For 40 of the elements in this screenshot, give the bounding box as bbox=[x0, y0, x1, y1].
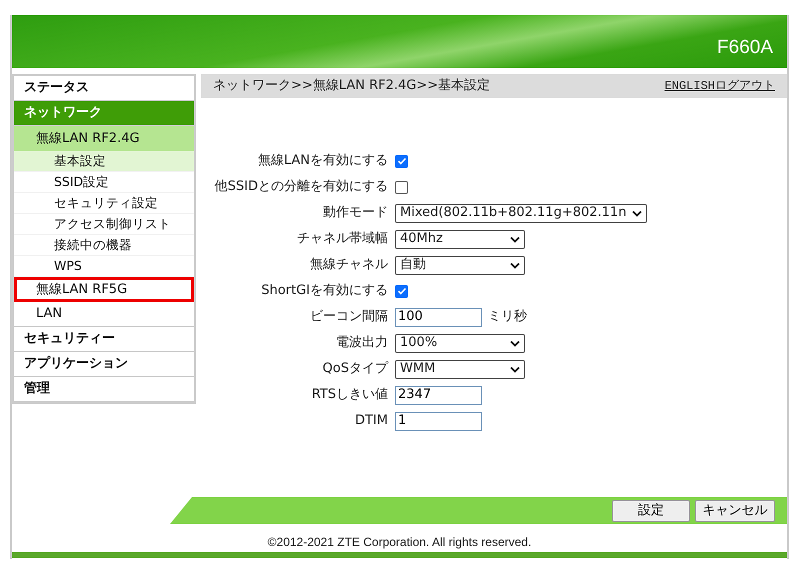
header-link[interactable]: ログアウト bbox=[715, 77, 775, 95]
action-button[interactable]: 設定 bbox=[612, 500, 690, 522]
input-field[interactable]: 100 bbox=[395, 308, 482, 326]
unit-label: ミリ秒 bbox=[488, 308, 527, 326]
field-label: 無線チャネル bbox=[309, 256, 389, 274]
chevron-icon bbox=[510, 262, 520, 268]
dropdown[interactable]: WMM bbox=[395, 360, 525, 378]
nav-item[interactable]: セキュリティ設定 bbox=[14, 193, 194, 214]
input-field[interactable]: 2347 bbox=[395, 386, 482, 404]
field-label: ShortGIを有効にする bbox=[260, 282, 389, 300]
dropdown[interactable]: 40Mhz bbox=[395, 230, 525, 248]
field-label: RTSしきい値 bbox=[310, 386, 389, 404]
dropdown[interactable]: 自動 bbox=[395, 256, 525, 274]
dropdown[interactable]: Mixed(802.11b+802.11g+802.11n bbox=[395, 204, 648, 222]
field-label: 無線LANを有効にする bbox=[256, 152, 389, 170]
checkbox[interactable] bbox=[395, 154, 408, 168]
field-label: 電波出力 bbox=[335, 334, 389, 352]
input-field[interactable]: 1 bbox=[395, 412, 482, 430]
nav-item[interactable]: 無線LAN RF2.4G bbox=[14, 126, 194, 151]
checkbox[interactable] bbox=[395, 180, 408, 194]
nav-item[interactable]: 基本設定 bbox=[14, 151, 194, 172]
model-name: F660A bbox=[717, 36, 773, 60]
field-label: 他SSIDとの分離を有効にする bbox=[214, 178, 389, 196]
field-label: QoSタイプ bbox=[322, 360, 390, 378]
field-label: DTIM bbox=[354, 412, 389, 430]
field-label: チャネル帯域幅 bbox=[296, 230, 389, 248]
breadcrumb: ネットワーク>>無線LAN RF2.4G>>基本設定 bbox=[213, 77, 490, 96]
chevron-icon bbox=[510, 366, 520, 372]
chevron-icon bbox=[510, 236, 520, 242]
chevron-icon bbox=[632, 210, 642, 216]
chevron-icon bbox=[510, 340, 520, 346]
field-label: ビーコン間隔 bbox=[309, 308, 389, 326]
copyright-text: ©2012-2021 ZTE Corporation. All rights reserved. bbox=[268, 535, 532, 549]
nav-item[interactable]: 無線LAN RF5G bbox=[14, 277, 194, 302]
nav-item[interactable]: SSID設定 bbox=[14, 172, 194, 193]
checkbox[interactable] bbox=[395, 284, 408, 298]
dropdown[interactable]: 100% bbox=[395, 334, 525, 352]
field-label: 動作モード bbox=[322, 204, 389, 222]
header-link[interactable]: ENGLISH bbox=[664, 77, 715, 95]
action-button[interactable]: キャンセル bbox=[695, 500, 775, 522]
